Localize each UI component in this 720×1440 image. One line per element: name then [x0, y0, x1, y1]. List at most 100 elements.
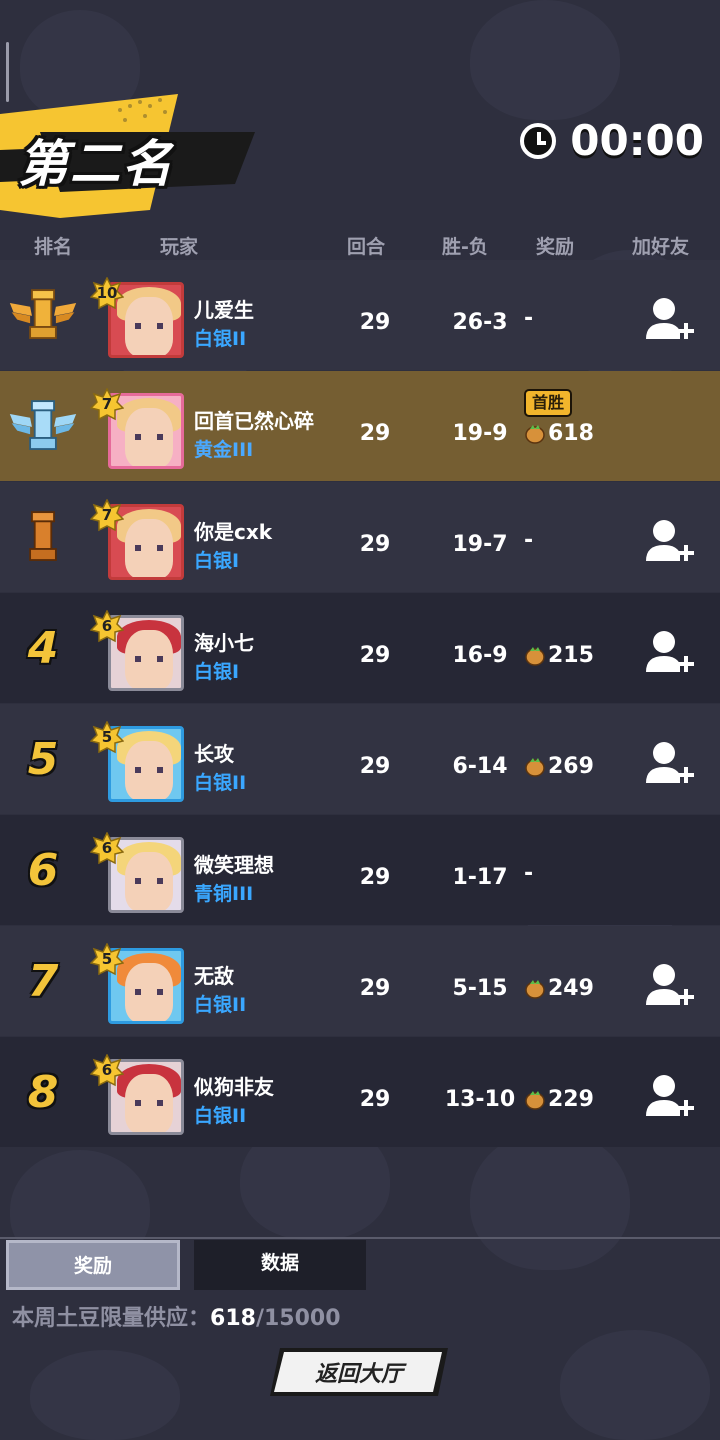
add-friend-icon[interactable] [642, 517, 694, 569]
rounds-value: 29 [359, 865, 391, 890]
player-name: 海小七 [194, 631, 254, 655]
rounds-value: 29 [359, 643, 391, 668]
rounds-value: 29 [359, 421, 391, 446]
rounds-value: 29 [359, 310, 391, 335]
col-rounds: 回合 [347, 236, 386, 258]
player-tier: 白银II [194, 994, 247, 1016]
level-badge: 7 [90, 499, 124, 533]
table-row[interactable]: 6 6 微笑理想 青铜III 29 1-17 - [0, 815, 720, 925]
rounds-value: 29 [359, 1087, 391, 1112]
level-badge: 6 [90, 832, 124, 866]
placement-title: 第二名 [18, 135, 174, 193]
rank-number: 5 [27, 733, 59, 785]
player-name: 无敌 [194, 964, 234, 988]
col-rank: 排名 [34, 236, 73, 258]
supply-current: 618 [210, 1306, 256, 1331]
back-button-label: 返回大厅 [314, 1362, 403, 1387]
back-to-lobby-button[interactable]: 返回大厅 [270, 1348, 448, 1396]
level-badge: 6 [90, 610, 124, 644]
weekly-supply: 本周土豆限量供应：618/15000 [12, 1300, 341, 1332]
reward-value: - [524, 861, 534, 886]
col-reward: 奖励 [536, 236, 575, 258]
player-tier: 白银II [194, 1105, 247, 1127]
tab-data[interactable]: 数据 [194, 1240, 366, 1290]
add-friend-icon[interactable] [642, 295, 694, 347]
win-loss-value: 19-9 [452, 421, 508, 446]
bronze-rook-icon [8, 502, 78, 572]
match-timer: 00:00 [520, 116, 704, 165]
reward-value: - [524, 528, 534, 553]
col-win-loss: 胜-负 [442, 236, 488, 258]
rank-number: 4 [27, 622, 59, 674]
reward-value: 249 [548, 976, 594, 1001]
clock-icon [520, 122, 557, 159]
gold-rook-icon [8, 280, 78, 350]
table-row[interactable]: 4 6 海小七 白银I 29 16-9 215 [0, 593, 720, 703]
tab-divider [0, 1237, 720, 1239]
column-headers: 排名 玩家 回合 胜-负 奖励 加好友 [0, 226, 720, 260]
col-player: 玩家 [160, 236, 199, 258]
win-loss-value: 5-15 [452, 976, 508, 1001]
player-tier: 白银II [194, 772, 247, 794]
table-row[interactable]: 7 5 无敌 白银II 29 5-15 249 [0, 926, 720, 1036]
col-add-friend: 加好友 [632, 236, 690, 258]
rank-number: 8 [27, 1066, 59, 1118]
win-loss-value: 1-17 [452, 865, 508, 890]
win-loss-value: 6-14 [452, 754, 508, 779]
supply-max: /15000 [255, 1306, 341, 1331]
player-tier: 青铜III [194, 883, 254, 905]
win-loss-value: 26-3 [452, 310, 508, 335]
reward-amount: 618 [524, 421, 594, 446]
potato-coin-icon [525, 1090, 545, 1110]
add-friend-icon[interactable] [642, 739, 694, 791]
level-badge: 5 [90, 721, 124, 755]
tab-reward[interactable]: 奖励 [6, 1240, 180, 1290]
reward-value: 215 [548, 643, 594, 668]
reward-value: - [524, 306, 534, 331]
rank-number: 6 [27, 844, 59, 896]
player-name: 你是cxk [194, 520, 273, 544]
potato-coin-icon [525, 979, 545, 999]
potato-coin-icon [525, 424, 545, 444]
rounds-value: 29 [359, 532, 391, 557]
player-name: 长攻 [194, 742, 234, 766]
player-name: 儿爱生 [194, 298, 254, 322]
win-loss-value: 13-10 [444, 1087, 516, 1112]
rank-number: 7 [27, 955, 59, 1007]
win-loss-value: 16-9 [452, 643, 508, 668]
timer-value: 00:00 [570, 116, 704, 165]
table-row[interactable]: 8 6 似狗非友 白银II 29 13-10 229 [0, 1037, 720, 1147]
table-row-self[interactable]: 7 回首已然心碎 黄金III 29 19-9 首胜 618 [0, 371, 720, 481]
reward-amount: 215 [524, 643, 594, 668]
potato-coin-icon [525, 646, 545, 666]
reward-value: 269 [548, 754, 594, 779]
table-row[interactable]: 7 你是cxk 白银I 29 19-7 - [0, 482, 720, 592]
reward-value: 618 [548, 421, 594, 446]
player-tier: 白银II [194, 328, 247, 350]
level-badge: 10 [90, 277, 124, 311]
level-badge: 5 [90, 943, 124, 977]
level-badge: 7 [90, 388, 124, 422]
player-tier: 白银I [194, 550, 240, 572]
add-friend-icon[interactable] [642, 961, 694, 1013]
player-tier: 白银I [194, 661, 240, 683]
ranking-list: 10 儿爱生 白银II 29 26-3 - 7 回首已然心碎 黄金III 29 … [0, 260, 720, 1148]
player-name: 回首已然心碎 [194, 409, 314, 433]
add-friend-icon[interactable] [642, 628, 694, 680]
first-win-badge: 首胜 [524, 389, 573, 417]
rounds-value: 29 [359, 754, 391, 779]
level-badge: 6 [90, 1054, 124, 1088]
win-loss-value: 19-7 [452, 532, 508, 557]
silver-rook-icon [8, 391, 78, 461]
supply-label: 本周土豆限量供应： [12, 1306, 211, 1331]
reward-value: 229 [548, 1087, 594, 1112]
add-friend-icon[interactable] [642, 1072, 694, 1124]
reward-amount: 229 [524, 1087, 594, 1112]
player-name: 似狗非友 [194, 1075, 274, 1099]
potato-coin-icon [525, 757, 545, 777]
reward-amount: 269 [524, 754, 594, 779]
table-row[interactable]: 10 儿爱生 白银II 29 26-3 - [0, 260, 720, 370]
table-row[interactable]: 5 5 长攻 白银II 29 6-14 269 [0, 704, 720, 814]
player-tier: 黄金III [194, 439, 254, 461]
reward-amount: 249 [524, 976, 594, 1001]
